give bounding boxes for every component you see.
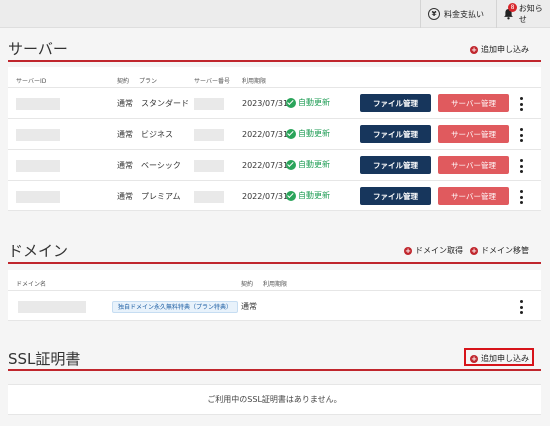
server-expiry: 2022/07/31 [242,192,289,201]
more-menu-icon[interactable] [520,190,524,204]
plus-circle-icon: + [470,354,478,363]
server-id-placeholder [16,191,60,203]
yen-icon: ¥ [428,8,440,20]
server-id-placeholder [16,160,60,172]
check-circle-icon [286,97,296,108]
file-manager-button[interactable]: ファイル管理 [360,187,431,205]
check-circle-icon [286,128,296,139]
check-circle-icon [286,159,296,170]
server-manager-button[interactable]: サーバー管理 [438,94,509,112]
server-table-header: サーバーID 契約 プラン サーバー番号 利用期限 [8,67,541,87]
server-contract: 通常 [117,99,133,108]
file-manager-button[interactable]: ファイル管理 [360,156,431,174]
col-domain-expiry: 利用期限 [263,281,288,288]
server-plan: ビジネス [141,130,173,139]
payment-button[interactable]: ¥ 料金支払い [420,0,496,28]
payment-label: 料金支払い [444,9,484,19]
domain-row: 独自ドメイン永久無料特典（プラン特典） 通常 [8,290,541,321]
col-domain-contract: 契約 [241,281,254,288]
more-menu-icon[interactable] [520,97,524,111]
server-plan: プレミアム [141,192,181,201]
col-plan: プラン [139,78,158,85]
ssl-section-title: SSL証明書 [8,350,81,368]
file-manager-button[interactable]: ファイル管理 [360,94,431,112]
server-section-title: サーバー [8,40,68,58]
domain-acquire-label: ドメイン取得 [415,246,463,255]
plus-circle-icon: + [404,246,412,255]
server-add-link[interactable]: + 追加申し込み [470,44,529,55]
server-contract: 通常 [117,130,133,139]
server-plan: ベーシック [141,161,181,170]
server-section-rule [8,60,541,62]
ssl-empty-message: ご利用中のSSL証明書はありません。 [207,395,342,404]
notice-count-badge: 8 [508,2,517,12]
col-server-number: サーバー番号 [194,78,230,85]
server-row: 通常 スタンダード 2023/07/31 自動更新 ファイル管理 サーバー管理 [8,87,541,118]
bell-icon: 8 [503,2,517,21]
domain-transfer-label: ドメイン移管 [481,246,529,255]
domain-transfer-link[interactable]: + ドメイン移管 [470,245,529,256]
server-id-placeholder [16,98,60,110]
top-bar: ¥ 料金支払い 8 お知らせ [0,0,550,28]
server-plan: スタンダード [141,99,189,108]
domain-contract: 通常 [241,302,257,311]
ssl-section-rule [8,369,541,371]
notice-label: お知らせ [518,4,543,24]
server-number-placeholder [194,160,224,172]
server-manager-button[interactable]: サーバー管理 [438,187,509,205]
domain-section-rule [8,262,541,264]
domain-section-title: ドメイン [8,242,69,260]
plus-circle-icon: + [470,45,478,54]
file-manager-button[interactable]: ファイル管理 [360,125,431,143]
server-expiry: 2022/07/31 [242,161,289,170]
col-expiry: 利用期限 [242,78,267,85]
col-server-id: サーバーID [16,78,47,85]
server-row: 通常 ビジネス 2022/07/31 自動更新 ファイル管理 サーバー管理 [8,118,541,149]
more-menu-icon[interactable] [520,128,524,142]
server-manager-button[interactable]: サーバー管理 [438,125,509,143]
domain-acquire-link[interactable]: + ドメイン取得 [404,245,463,256]
domain-table-header: ドメイン名 契約 利用期限 [8,270,541,290]
col-domain-name: ドメイン名 [16,281,47,288]
plus-circle-icon: + [470,246,478,255]
auto-renew-status: 自動更新 [286,190,330,201]
domain-name-placeholder [18,301,86,313]
server-number-placeholder [194,98,224,110]
auto-renew-status: 自動更新 [286,159,330,170]
server-expiry: 2023/07/31 [242,99,289,108]
ssl-add-label: 追加申し込み [481,354,529,363]
more-menu-icon[interactable] [520,159,524,173]
server-number-placeholder [194,191,224,203]
auto-renew-status: 自動更新 [286,128,330,139]
free-domain-tag: 独自ドメイン永久無料特典（プラン特典） [112,301,239,313]
more-menu-icon[interactable] [520,300,524,314]
auto-renew-status: 自動更新 [286,97,330,108]
server-id-placeholder [16,129,60,141]
server-contract: 通常 [117,192,133,201]
ssl-add-link[interactable]: + 追加申し込み [470,353,529,364]
server-contract: 通常 [117,161,133,170]
server-manager-button[interactable]: サーバー管理 [438,156,509,174]
col-contract: 契約 [117,78,130,85]
notice-button[interactable]: 8 お知らせ [496,0,550,28]
server-add-label: 追加申し込み [481,45,529,54]
check-circle-icon [286,190,296,201]
server-expiry: 2022/07/31 [242,130,289,139]
server-number-placeholder [194,129,224,141]
server-row: 通常 ベーシック 2022/07/31 自動更新 ファイル管理 サーバー管理 [8,149,541,180]
server-row: 通常 プレミアム 2022/07/31 自動更新 ファイル管理 サーバー管理 [8,180,541,211]
